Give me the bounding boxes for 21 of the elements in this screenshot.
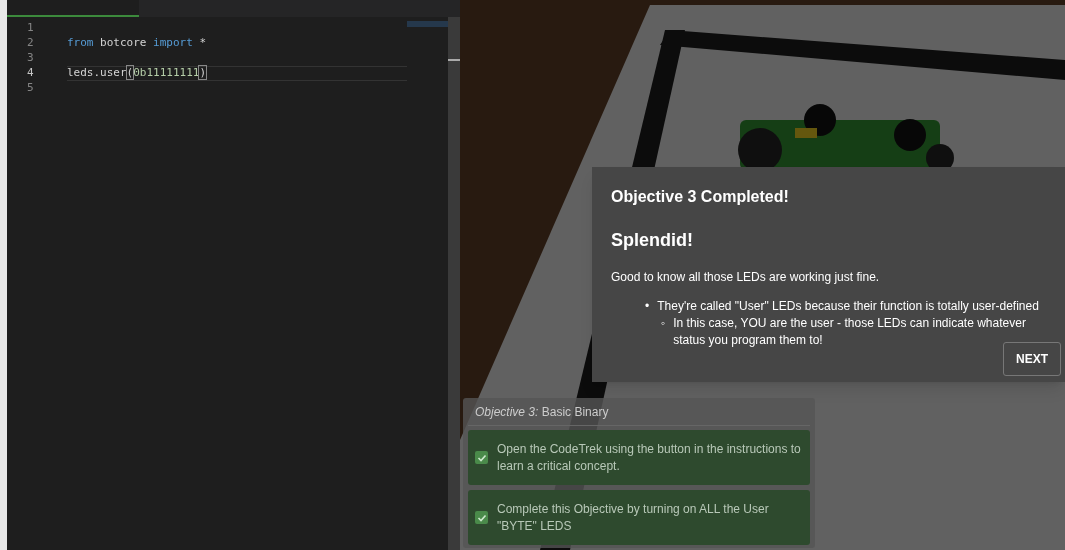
task-text: Complete this Objective by turning on ALL the User "BYTE" LEDS [497, 500, 770, 535]
objective-title: Objective 3: Basic Binary [468, 403, 810, 426]
checkbox[interactable] [475, 511, 488, 524]
dialog-title: Objective 3 Completed! [611, 187, 790, 207]
bullet-marker: • [645, 298, 650, 315]
code-line: from botcore import * [67, 35, 207, 52]
task-text: Open the CodeTrek using the button in the instructions to learn a critical concept. [497, 440, 802, 475]
line-number: 5 [26, 80, 35, 97]
line-number: 4 [26, 65, 35, 82]
scrollbar[interactable] [448, 17, 460, 550]
line-number: 3 [26, 50, 35, 67]
dialog-heading: Splendid! [611, 229, 694, 252]
line-number: 2 [26, 35, 35, 52]
line-number: 1 [26, 20, 35, 37]
bullet-text: They're called "User" LEDs because their function is totally user-defined [657, 298, 1039, 315]
minimap [407, 21, 449, 27]
editor-tab[interactable] [7, 0, 139, 17]
next-button[interactable]: NEXT [1003, 342, 1061, 376]
dialog-text: Good to know all those LEDs are working just fine. [611, 269, 881, 286]
bullet-marker: ◦ [661, 315, 666, 332]
checkbox[interactable] [475, 451, 488, 464]
